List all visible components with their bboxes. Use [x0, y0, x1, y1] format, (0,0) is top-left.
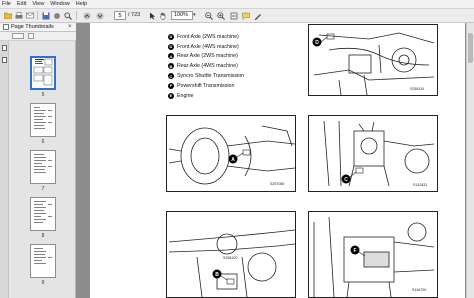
- email-icon[interactable]: [25, 11, 34, 20]
- menu-window[interactable]: Window: [50, 0, 70, 8]
- sign-icon[interactable]: [253, 11, 262, 20]
- svg-text:F: F: [353, 248, 356, 254]
- zoom-in-icon[interactable]: [216, 11, 225, 20]
- thumbnail-label: 9: [41, 280, 45, 286]
- svg-text:B: B: [215, 272, 219, 278]
- menu-view[interactable]: View: [32, 0, 44, 8]
- pdf-page: D Front Axle (2WS machine) D Front Axle …: [90, 23, 465, 298]
- thumbnails-icon: [3, 24, 9, 30]
- legend-key: A: [168, 53, 174, 60]
- legend-text: Engine: [177, 92, 194, 99]
- page-up-icon[interactable]: [82, 11, 91, 20]
- thumbnail-page-7[interactable]: [30, 150, 56, 184]
- figure-code: S259110: [410, 87, 425, 91]
- menu-file[interactable]: File: [2, 0, 11, 8]
- legend-item: C Syncro Shuttle Transmission: [168, 71, 244, 81]
- legend-item: D Front Axle (2WS machine): [168, 32, 244, 42]
- zoom-input[interactable]: 100%: [171, 11, 193, 20]
- thumbnail-list: 5 6 7 8 9: [0, 41, 76, 298]
- legend-key: E: [168, 92, 174, 99]
- figure-syncro-shuttle-transmission: C S142831: [308, 115, 438, 192]
- open-icon[interactable]: [3, 11, 12, 20]
- legend-item: F Powershift Transmission: [168, 81, 244, 91]
- fit-icon[interactable]: [229, 11, 238, 20]
- zoom-dropdown-icon[interactable]: ▾: [193, 11, 199, 20]
- legend-key: B: [168, 63, 174, 70]
- legend-text: Syncro Shuttle Transmission: [177, 73, 245, 80]
- figure-code: S258100: [223, 256, 238, 260]
- legend-text: Rear Axle (4WS machine): [177, 63, 238, 70]
- menu-edit[interactable]: Edit: [17, 0, 26, 8]
- hand-icon[interactable]: [158, 11, 167, 20]
- search-icon[interactable]: [63, 11, 72, 20]
- legend-item: A Rear Axle (2WS machine): [168, 52, 244, 62]
- scrollbar-thumb[interactable]: [468, 33, 473, 63]
- figure-code: S146790: [412, 288, 427, 292]
- legend-key: D: [168, 33, 174, 40]
- legend-item: B Rear Axle (4WS machine): [168, 61, 244, 71]
- figure-code: S142831: [413, 183, 428, 187]
- thumbnail-page-6[interactable]: [30, 103, 56, 137]
- legend-text: Rear Axle (2WS machine): [177, 53, 238, 60]
- page-total: / 723: [128, 12, 141, 18]
- legend-key: D: [168, 43, 174, 50]
- figure-code: S257080: [270, 182, 285, 186]
- legend-text: Powershift Transmission: [177, 82, 235, 89]
- close-icon[interactable]: ×: [68, 23, 72, 31]
- svg-text:C: C: [344, 177, 348, 183]
- vertical-scrollbar[interactable]: [466, 23, 474, 298]
- document-viewport[interactable]: D Front Axle (2WS machine) D Front Axle …: [76, 23, 474, 298]
- page-number-input[interactable]: [114, 11, 126, 20]
- legend-item: D Front Axle (4WS machine): [168, 42, 244, 52]
- select-icon[interactable]: [147, 11, 156, 20]
- toolbar: / 723 100% ▾: [0, 9, 474, 23]
- thumbnail-label: 5: [41, 92, 45, 98]
- thumbnail-label: 7: [41, 186, 45, 192]
- thumbnail-page-9[interactable]: [30, 244, 56, 278]
- thumbnail-label: 8: [41, 233, 45, 239]
- thumbnail-page-8[interactable]: [30, 197, 56, 231]
- figure-front-axle: D S259110: [308, 24, 438, 96]
- figure-rear-axle: A S257080: [166, 115, 296, 192]
- figure-powershift-transmission: F S146790: [308, 211, 438, 298]
- thumbnail-label: 6: [41, 139, 45, 145]
- zoom-out-icon[interactable]: [204, 11, 213, 20]
- thumbnail-page-5[interactable]: [30, 56, 56, 90]
- menu-help[interactable]: Help: [76, 0, 87, 8]
- page-down-icon[interactable]: [95, 11, 104, 20]
- delete-icon[interactable]: [28, 33, 34, 39]
- legend-text: Front Axle (4WS machine): [177, 43, 239, 50]
- component-legend: D Front Axle (2WS machine) D Front Axle …: [168, 32, 244, 101]
- thumbnail-tools: [0, 32, 76, 41]
- menu-bar: File Edit View Window Help: [0, 0, 474, 9]
- thumbnail-panel: Page Thumbnails × 5 6 7 8 9: [0, 23, 76, 298]
- options-icon[interactable]: [12, 33, 24, 39]
- legend-text: Front Axle (2WS machine): [177, 33, 239, 40]
- thumbnail-panel-header: Page Thumbnails ×: [0, 23, 76, 32]
- legend-key: C: [168, 73, 174, 80]
- comment-icon[interactable]: [241, 11, 250, 20]
- cloud-icon[interactable]: [52, 11, 61, 20]
- thumbnail-panel-title: Page Thumbnails: [11, 24, 54, 30]
- figure-rear-axle-4ws: B S258100: [166, 211, 296, 298]
- svg-text:A: A: [231, 157, 235, 163]
- svg-text:D: D: [315, 40, 319, 46]
- save-icon[interactable]: [41, 11, 50, 20]
- print-icon[interactable]: [14, 11, 23, 20]
- legend-key: F: [168, 82, 174, 89]
- legend-item: E Engine: [168, 91, 244, 101]
